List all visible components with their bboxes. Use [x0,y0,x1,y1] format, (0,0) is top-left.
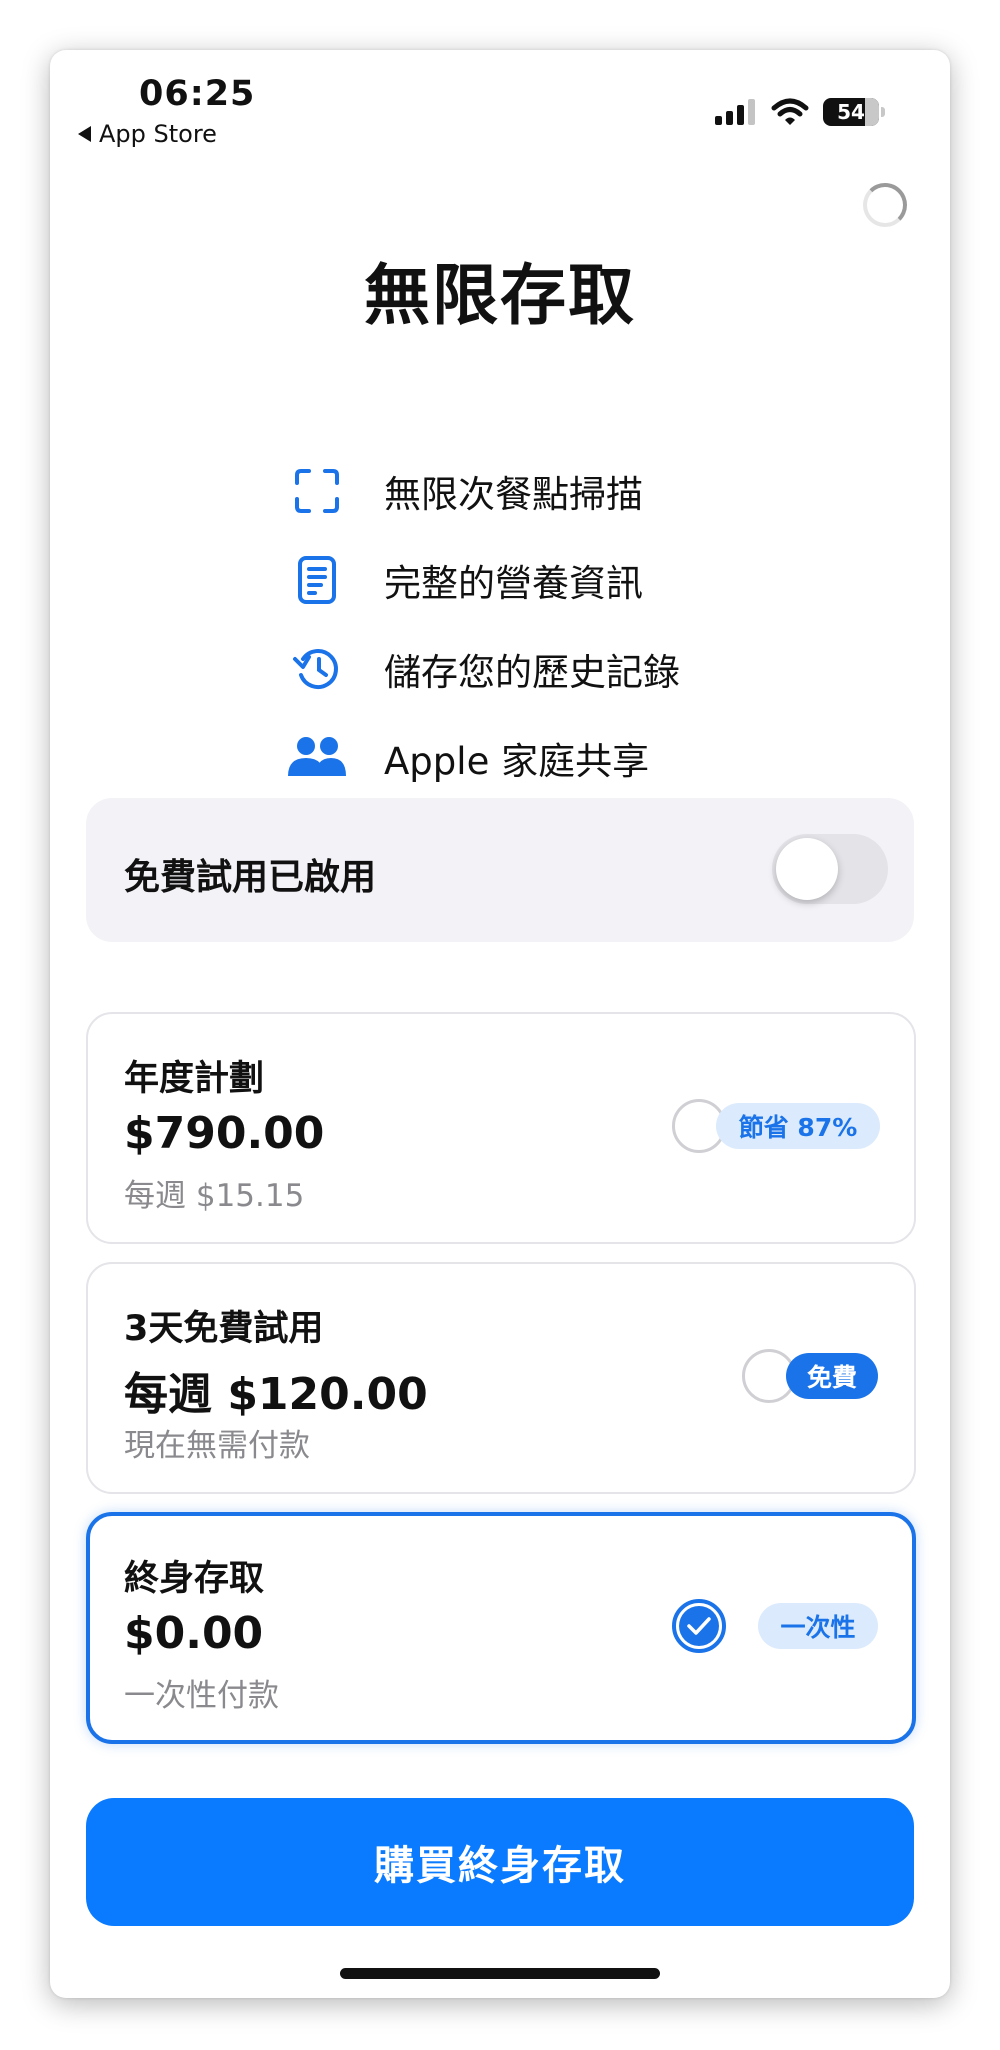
free-badge: 免費 [786,1353,878,1399]
back-label: App Store [99,120,217,148]
scan-icon [286,463,348,519]
wifi-icon [771,98,809,125]
loading-spinner-icon [863,183,907,227]
one-time-badge: 一次性 [758,1603,878,1649]
feature-label: 完整的營養資訊 [384,561,643,605]
feature-list: 無限次餐點掃描 完整的營養資訊 儲存您的歷史記錄 Apple 家庭共享 [286,446,680,802]
plan-subtitle: 每週 $15.15 [124,1178,305,1214]
plan-card-lifetime[interactable]: 終身存取 $0.00 一次性付款 一次性 [86,1512,916,1744]
history-icon [286,641,348,697]
page-title: 無限存取 [364,257,636,334]
plan-subtitle: 現在無需付款 [124,1428,310,1464]
battery-level: 54 [837,100,865,124]
feature-item: 完整的營養資訊 [286,535,680,624]
plan-price: 每週 $120.00 [124,1369,428,1420]
plan-radio-button[interactable] [672,1599,726,1653]
plan-price: $790.00 [124,1108,325,1159]
plan-card-trial[interactable]: 3天免費試用 每週 $120.00 現在無需付款 免費 [86,1262,916,1494]
purchase-button[interactable]: 購買終身存取 [86,1798,914,1926]
document-icon [286,552,348,608]
app-screen: 06:25 App Store 54 無限存取 無限次餐點掃描 完整的營養資訊 … [50,50,950,1998]
toggle-knob [776,838,838,900]
status-indicators: 54 [715,98,885,126]
free-trial-toggle[interactable] [772,834,888,904]
back-to-app-store-link[interactable]: App Store [78,120,217,148]
plan-name: 終身存取 [124,1559,265,1599]
plan-name: 3天免費試用 [124,1309,324,1349]
feature-item: Apple 家庭共享 [286,713,680,802]
feature-label: 無限次餐點掃描 [384,472,643,516]
plan-card-annual[interactable]: 年度計劃 $790.00 每週 $15.15 節省 87% [86,1012,916,1244]
plan-subtitle: 一次性付款 [124,1678,279,1714]
savings-badge: 節省 87% [716,1103,880,1149]
feature-label: 儲存您的歷史記錄 [384,650,680,694]
cellular-signal-icon [715,99,755,125]
feature-item: 儲存您的歷史記錄 [286,624,680,713]
free-trial-label: 免費試用已啟用 [124,857,377,898]
family-icon [286,730,348,786]
status-time: 06:25 [139,74,256,114]
battery-tip [881,107,885,117]
plan-name: 年度計劃 [124,1059,265,1099]
battery-icon: 54 [823,98,879,126]
back-arrow-icon [78,126,91,142]
home-indicator[interactable] [340,1968,660,1979]
feature-item: 無限次餐點掃描 [286,446,680,535]
checkmark-icon [679,1606,719,1646]
feature-label: Apple 家庭共享 [384,739,650,783]
free-trial-row: 免費試用已啟用 [86,798,914,942]
plan-price: $0.00 [124,1608,264,1659]
